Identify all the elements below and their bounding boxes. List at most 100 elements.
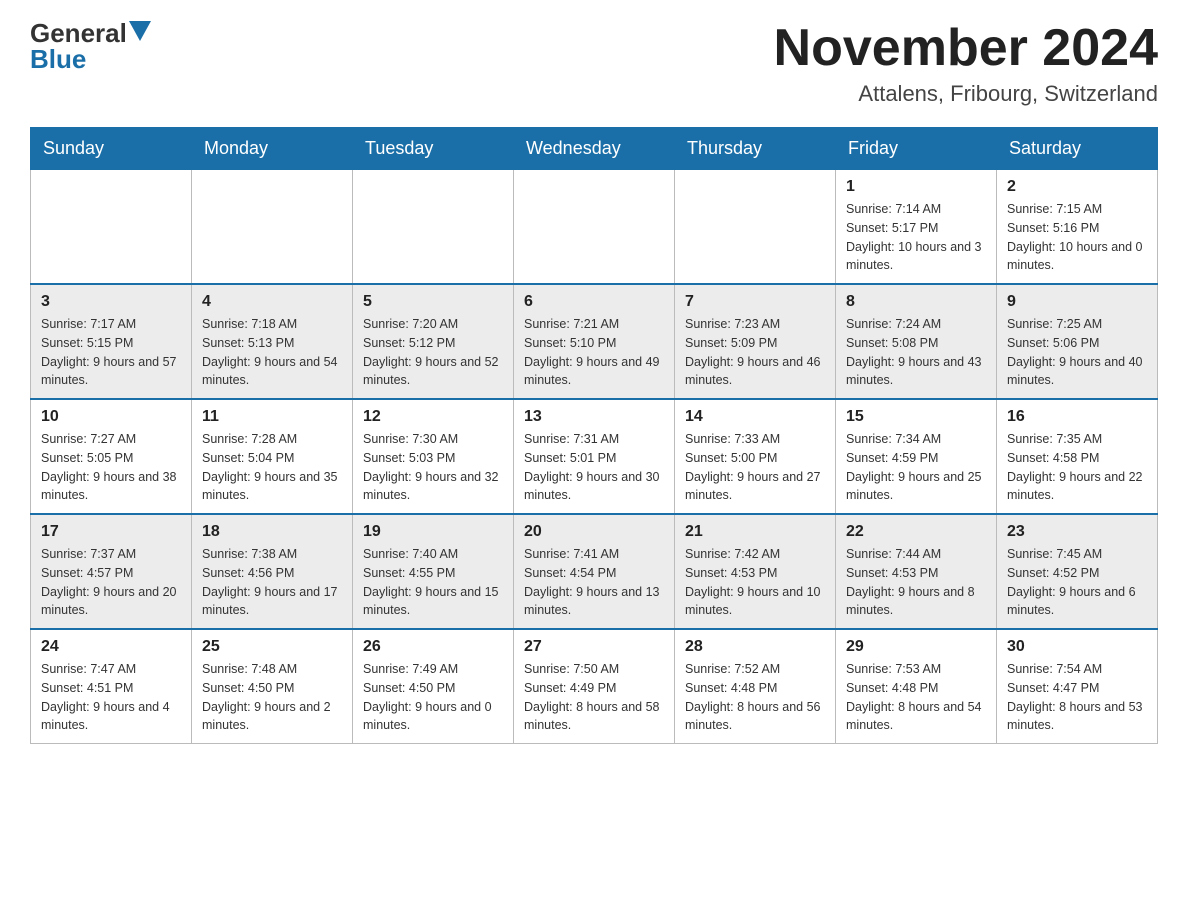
day-info: Sunrise: 7:21 AMSunset: 5:10 PMDaylight:…	[524, 315, 664, 390]
day-info: Sunrise: 7:23 AMSunset: 5:09 PMDaylight:…	[685, 315, 825, 390]
logo-blue-text: Blue	[30, 44, 86, 74]
page-title: November 2024	[774, 20, 1158, 77]
day-info: Sunrise: 7:34 AMSunset: 4:59 PMDaylight:…	[846, 430, 986, 505]
day-info: Sunrise: 7:50 AMSunset: 4:49 PMDaylight:…	[524, 660, 664, 735]
day-number: 28	[685, 638, 825, 656]
day-number: 23	[1007, 523, 1147, 541]
day-info: Sunrise: 7:45 AMSunset: 4:52 PMDaylight:…	[1007, 545, 1147, 620]
day-number: 25	[202, 638, 342, 656]
calendar-cell: 14 Sunrise: 7:33 AMSunset: 5:00 PMDayligh…	[675, 399, 836, 514]
day-info: Sunrise: 7:42 AMSunset: 4:53 PMDaylight:…	[685, 545, 825, 620]
day-info: Sunrise: 7:31 AMSunset: 5:01 PMDaylight:…	[524, 430, 664, 505]
calendar-cell: 16 Sunrise: 7:35 AMSunset: 4:58 PMDayligh…	[997, 399, 1158, 514]
day-info: Sunrise: 7:49 AMSunset: 4:50 PMDaylight:…	[363, 660, 503, 735]
day-number: 9	[1007, 293, 1147, 311]
day-info: Sunrise: 7:47 AMSunset: 4:51 PMDaylight:…	[41, 660, 181, 735]
calendar-table: Sunday Monday Tuesday Wednesday Thursday…	[30, 127, 1158, 744]
calendar-cell: 12 Sunrise: 7:30 AMSunset: 5:03 PMDayligh…	[353, 399, 514, 514]
day-number: 19	[363, 523, 503, 541]
calendar-cell: 28 Sunrise: 7:52 AMSunset: 4:48 PMDayligh…	[675, 629, 836, 744]
day-info: Sunrise: 7:33 AMSunset: 5:00 PMDaylight:…	[685, 430, 825, 505]
day-number: 30	[1007, 638, 1147, 656]
day-info: Sunrise: 7:54 AMSunset: 4:47 PMDaylight:…	[1007, 660, 1147, 735]
day-info: Sunrise: 7:48 AMSunset: 4:50 PMDaylight:…	[202, 660, 342, 735]
day-number: 18	[202, 523, 342, 541]
calendar-cell: 21 Sunrise: 7:42 AMSunset: 4:53 PMDayligh…	[675, 514, 836, 629]
calendar-cell: 26 Sunrise: 7:49 AMSunset: 4:50 PMDayligh…	[353, 629, 514, 744]
page-header: General Blue November 2024 Attalens, Fri…	[30, 20, 1158, 107]
day-number: 21	[685, 523, 825, 541]
calendar-cell	[192, 170, 353, 285]
calendar-cell: 25 Sunrise: 7:48 AMSunset: 4:50 PMDayligh…	[192, 629, 353, 744]
day-number: 20	[524, 523, 664, 541]
day-info: Sunrise: 7:52 AMSunset: 4:48 PMDaylight:…	[685, 660, 825, 735]
day-number: 6	[524, 293, 664, 311]
logo-triangle-icon	[129, 21, 151, 41]
col-friday: Friday	[836, 128, 997, 170]
calendar-cell	[514, 170, 675, 285]
day-info: Sunrise: 7:18 AMSunset: 5:13 PMDaylight:…	[202, 315, 342, 390]
day-info: Sunrise: 7:28 AMSunset: 5:04 PMDaylight:…	[202, 430, 342, 505]
calendar-cell: 13Sunrise: 7:31 AMSunset: 5:01 PMDayligh…	[514, 399, 675, 514]
calendar-cell: 19 Sunrise: 7:40 AMSunset: 4:55 PMDayligh…	[353, 514, 514, 629]
col-saturday: Saturday	[997, 128, 1158, 170]
calendar-cell: 17Sunrise: 7:37 AMSunset: 4:57 PMDayligh…	[31, 514, 192, 629]
calendar-cell: 6 Sunrise: 7:21 AMSunset: 5:10 PMDaylight…	[514, 284, 675, 399]
calendar-cell: 7 Sunrise: 7:23 AMSunset: 5:09 PMDaylight…	[675, 284, 836, 399]
calendar-week-row: 10Sunrise: 7:27 AMSunset: 5:05 PMDayligh…	[31, 399, 1158, 514]
day-number: 27	[524, 638, 664, 656]
calendar-cell: 23 Sunrise: 7:45 AMSunset: 4:52 PMDayligh…	[997, 514, 1158, 629]
day-number: 15	[846, 408, 986, 426]
calendar-cell: 4Sunrise: 7:18 AMSunset: 5:13 PMDaylight…	[192, 284, 353, 399]
day-number: 7	[685, 293, 825, 311]
calendar-cell: 11 Sunrise: 7:28 AMSunset: 5:04 PMDayligh…	[192, 399, 353, 514]
logo: General Blue	[30, 20, 151, 73]
day-number: 17	[41, 523, 181, 541]
calendar-cell: 20Sunrise: 7:41 AMSunset: 4:54 PMDayligh…	[514, 514, 675, 629]
calendar-cell	[31, 170, 192, 285]
day-number: 16	[1007, 408, 1147, 426]
col-sunday: Sunday	[31, 128, 192, 170]
day-number: 24	[41, 638, 181, 656]
day-number: 22	[846, 523, 986, 541]
day-info: Sunrise: 7:38 AMSunset: 4:56 PMDaylight:…	[202, 545, 342, 620]
day-info: Sunrise: 7:14 AMSunset: 5:17 PMDaylight:…	[846, 200, 986, 275]
calendar-cell: 22Sunrise: 7:44 AMSunset: 4:53 PMDayligh…	[836, 514, 997, 629]
calendar-cell: 24 Sunrise: 7:47 AMSunset: 4:51 PMDayligh…	[31, 629, 192, 744]
calendar-cell: 18 Sunrise: 7:38 AMSunset: 4:56 PMDayligh…	[192, 514, 353, 629]
day-info: Sunrise: 7:53 AMSunset: 4:48 PMDaylight:…	[846, 660, 986, 735]
day-number: 2	[1007, 178, 1147, 196]
day-number: 5	[363, 293, 503, 311]
title-block: November 2024 Attalens, Fribourg, Switze…	[774, 20, 1158, 107]
col-monday: Monday	[192, 128, 353, 170]
day-number: 14	[685, 408, 825, 426]
day-info: Sunrise: 7:24 AMSunset: 5:08 PMDaylight:…	[846, 315, 986, 390]
calendar-cell: 10Sunrise: 7:27 AMSunset: 5:05 PMDayligh…	[31, 399, 192, 514]
col-wednesday: Wednesday	[514, 128, 675, 170]
day-number: 8	[846, 293, 986, 311]
calendar-cell: 27 Sunrise: 7:50 AMSunset: 4:49 PMDayligh…	[514, 629, 675, 744]
day-info: Sunrise: 7:35 AMSunset: 4:58 PMDaylight:…	[1007, 430, 1147, 505]
calendar-cell: 15 Sunrise: 7:34 AMSunset: 4:59 PMDayligh…	[836, 399, 997, 514]
calendar-cell	[675, 170, 836, 285]
calendar-week-row: 3Sunrise: 7:17 AMSunset: 5:15 PMDaylight…	[31, 284, 1158, 399]
day-info: Sunrise: 7:30 AMSunset: 5:03 PMDaylight:…	[363, 430, 503, 505]
calendar-cell: 3Sunrise: 7:17 AMSunset: 5:15 PMDaylight…	[31, 284, 192, 399]
day-number: 12	[363, 408, 503, 426]
day-number: 29	[846, 638, 986, 656]
calendar-cell: 29 Sunrise: 7:53 AMSunset: 4:48 PMDayligh…	[836, 629, 997, 744]
day-number: 26	[363, 638, 503, 656]
calendar-cell: 2Sunrise: 7:15 AMSunset: 5:16 PMDaylight…	[997, 170, 1158, 285]
calendar-week-row: 1Sunrise: 7:14 AMSunset: 5:17 PMDaylight…	[31, 170, 1158, 285]
calendar-header-row: Sunday Monday Tuesday Wednesday Thursday…	[31, 128, 1158, 170]
day-info: Sunrise: 7:20 AMSunset: 5:12 PMDaylight:…	[363, 315, 503, 390]
day-number: 3	[41, 293, 181, 311]
day-info: Sunrise: 7:40 AMSunset: 4:55 PMDaylight:…	[363, 545, 503, 620]
calendar-cell: 1Sunrise: 7:14 AMSunset: 5:17 PMDaylight…	[836, 170, 997, 285]
calendar-week-row: 17Sunrise: 7:37 AMSunset: 4:57 PMDayligh…	[31, 514, 1158, 629]
col-tuesday: Tuesday	[353, 128, 514, 170]
calendar-cell: 5 Sunrise: 7:20 AMSunset: 5:12 PMDaylight…	[353, 284, 514, 399]
day-number: 11	[202, 408, 342, 426]
day-info: Sunrise: 7:27 AMSunset: 5:05 PMDaylight:…	[41, 430, 181, 505]
page-subtitle: Attalens, Fribourg, Switzerland	[774, 81, 1158, 107]
